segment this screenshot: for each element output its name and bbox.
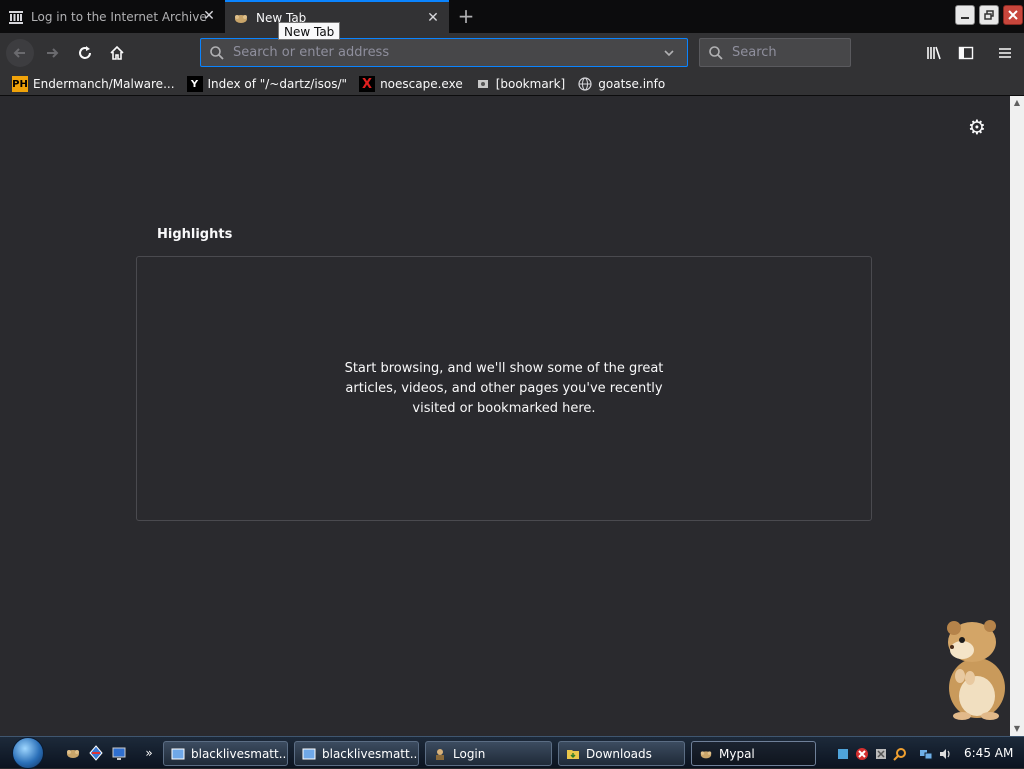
network-icon[interactable]: [918, 746, 934, 762]
home-icon: [110, 45, 124, 60]
sidebar-icon: [958, 46, 974, 60]
library-button[interactable]: [920, 39, 948, 67]
folder-icon: [565, 746, 581, 762]
highlights-empty-message: Start browsing, and we'll show some of t…: [344, 360, 664, 416]
tab-tooltip: New Tab: [278, 22, 341, 40]
desktop-quicklaunch-icon[interactable]: [110, 744, 128, 762]
home-button[interactable]: [103, 39, 131, 67]
bookmark-favicon-icon: [475, 76, 491, 92]
bookmark-favicon-icon: X: [359, 76, 376, 92]
highlights-heading: Highlights: [157, 227, 233, 242]
vertical-scrollbar[interactable]: ▲ ▼: [1010, 96, 1024, 736]
start-button[interactable]: [6, 737, 50, 769]
reload-icon: [79, 46, 91, 59]
archive-icon: [8, 9, 24, 25]
taskbar-item[interactable]: blacklivesmatt...: [294, 741, 419, 766]
hamburger-menu-icon: [999, 48, 1011, 58]
forward-button[interactable]: [38, 39, 66, 67]
hamster-mascot: [940, 620, 1010, 720]
search-bar[interactable]: [699, 38, 851, 67]
scroll-down-arrow-icon[interactable]: ▼: [1010, 722, 1024, 736]
bookmark-item[interactable]: PH Endermanch/Malware...: [12, 76, 175, 92]
search-tray-icon[interactable]: [892, 746, 908, 762]
url-input[interactable]: [231, 44, 655, 61]
bookmark-favicon-icon: PH: [12, 76, 28, 92]
shield-quicklaunch-icon[interactable]: [87, 744, 105, 762]
tab-internet-archive[interactable]: Log in to the Internet Archive ✕: [0, 0, 225, 33]
bookmark-item[interactable]: goatse.info: [577, 76, 665, 92]
close-tab-icon[interactable]: ✕: [425, 10, 441, 26]
taskbar-item[interactable]: Downloads: [558, 741, 685, 766]
taskbar-item[interactable]: blacklivesmatt...: [163, 741, 288, 766]
back-button[interactable]: [6, 39, 34, 67]
windows-logo-icon: [12, 737, 44, 769]
url-bar[interactable]: [200, 38, 688, 67]
bookmark-item[interactable]: X noescape.exe: [359, 76, 463, 92]
bookmark-item[interactable]: Y Index of "/~dartz/isos/": [186, 76, 347, 92]
notification-icon[interactable]: [835, 746, 851, 762]
taskbar-clock[interactable]: 6:45 AM: [964, 737, 1013, 769]
bookmark-favicon-icon: Y: [186, 76, 203, 92]
bookmark-item[interactable]: [bookmark]: [475, 76, 565, 92]
chevron-right-icon[interactable]: »: [140, 744, 158, 762]
highlights-empty-state: Start browsing, and we'll show some of t…: [136, 256, 872, 521]
close-tab-icon[interactable]: ✕: [201, 8, 217, 24]
globe-icon: [577, 76, 593, 92]
sidebar-button[interactable]: [952, 39, 980, 67]
hamster-favicon-icon: [233, 10, 249, 26]
new-tab-page: ⚙ Highlights Start browsing, and we'll s…: [0, 96, 1010, 736]
restore-button[interactable]: [979, 5, 999, 25]
reload-button[interactable]: [71, 39, 99, 67]
volume-icon[interactable]: [937, 746, 953, 762]
tab-title: Log in to the Internet Archive: [31, 9, 207, 24]
antivirus-alert-icon[interactable]: [854, 746, 870, 762]
user-icon: [432, 746, 448, 762]
window-icon: [301, 746, 317, 762]
hamster-favicon-icon: [698, 746, 714, 762]
forward-arrow-icon: [47, 48, 59, 58]
window-close-button[interactable]: [1003, 5, 1023, 25]
navigation-toolbar: [0, 33, 1024, 73]
minimize-button[interactable]: [955, 5, 975, 25]
security-icon[interactable]: [873, 746, 889, 762]
tab-strip: Log in to the Internet Archive ✕ New Tab…: [0, 0, 1024, 33]
gear-icon[interactable]: ⚙: [966, 116, 988, 138]
search-icon: [209, 45, 225, 61]
scroll-up-arrow-icon[interactable]: ▲: [1010, 96, 1024, 110]
search-input[interactable]: [730, 44, 844, 61]
back-arrow-icon: [13, 48, 25, 58]
chevron-down-icon[interactable]: [663, 47, 675, 59]
new-tab-button[interactable]: +: [455, 6, 477, 28]
search-icon: [708, 45, 724, 61]
bookmarks-toolbar: PH Endermanch/Malware... Y Index of "/~d…: [0, 73, 1024, 96]
windows-taskbar: » blacklivesmatt... blacklivesmatt... Lo…: [0, 736, 1024, 769]
taskbar-item[interactable]: Login: [425, 741, 552, 766]
hamster-quicklaunch-icon[interactable]: [64, 744, 82, 762]
taskbar-item[interactable]: Mypal: [691, 741, 816, 766]
library-icon: [927, 46, 941, 60]
window-icon: [170, 746, 186, 762]
menu-button[interactable]: [991, 39, 1019, 67]
